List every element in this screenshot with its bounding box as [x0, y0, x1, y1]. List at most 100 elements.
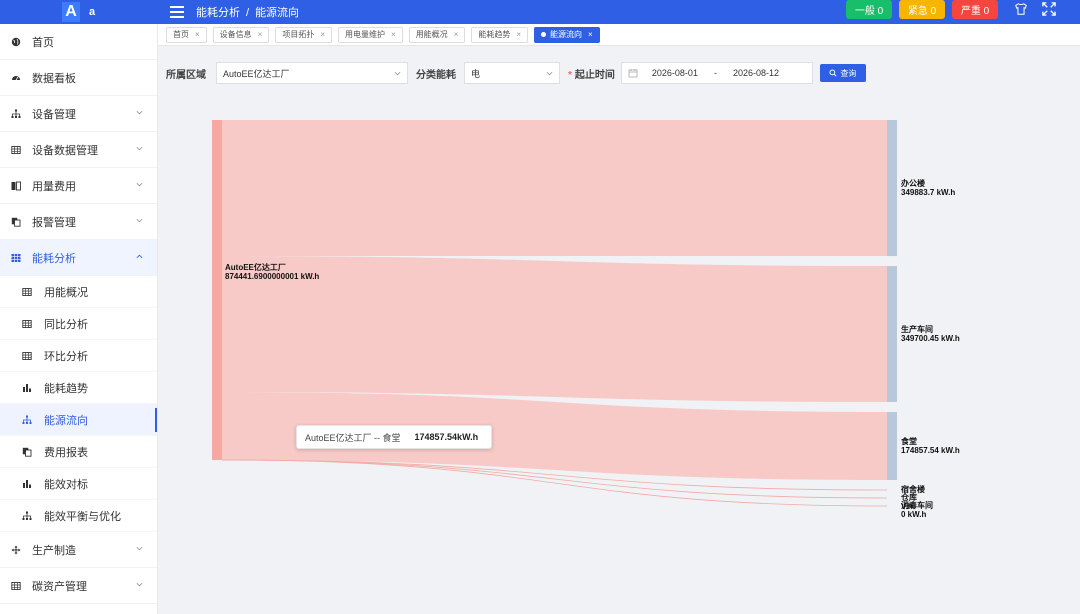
sidebar-item[interactable]: 设备管理 — [0, 96, 157, 132]
chart-tooltip: AutoEE亿达工厂 -- 食堂 174857.54kW.h — [296, 425, 492, 449]
sidebar-item[interactable]: 设备数据管理 — [0, 132, 157, 168]
time-label: * 起止时间 — [568, 69, 615, 81]
menu-toggle-icon[interactable] — [170, 6, 184, 18]
search-icon — [829, 69, 837, 77]
chevron-down-icon — [136, 546, 143, 551]
close-icon[interactable]: × — [320, 30, 325, 39]
chevron-down-icon — [136, 582, 143, 587]
tooltip-value: 174857.54kW.h — [414, 432, 479, 442]
sankey-link-0[interactable] — [222, 120, 887, 257]
area-label: 所属区域 — [166, 69, 206, 81]
sidebar-subitem-label: 环比分析 — [44, 350, 88, 363]
breadcrumb-item: 能源流向 — [255, 7, 300, 19]
tab-1[interactable]: 设备信息 × — [212, 26, 270, 43]
sidebar-subitem[interactable]: 能效平衡与优化 — [0, 500, 157, 532]
sidebar-subitem[interactable]: 环比分析 — [0, 340, 157, 372]
sidebar-subitem[interactable]: 同比分析 — [0, 308, 157, 340]
sankey-target-label-2: 食堂 174857.54 kW.h — [901, 437, 960, 455]
category-label: 分类能耗 — [416, 69, 456, 81]
sankey-source-node[interactable] — [212, 120, 222, 460]
alarm-severe-button[interactable]: 严重 0 — [952, 0, 998, 19]
sankey-target-node-0[interactable] — [887, 120, 897, 257]
tab-label: 用电量维护 — [345, 30, 386, 39]
sidebar-item[interactable]: 数据看板 — [0, 60, 157, 96]
sidebar-subitem-label: 同比分析 — [44, 318, 88, 331]
table-icon — [10, 144, 22, 156]
table-icon — [22, 351, 32, 361]
sidebar-item[interactable]: 首页 — [0, 24, 157, 60]
date-range-picker[interactable]: 2026-08-01 - 2026-08-12 — [620, 62, 813, 84]
grid-icon — [10, 252, 22, 264]
close-icon[interactable]: × — [454, 30, 459, 39]
sidebar-item-label: 数据看板 — [32, 72, 76, 85]
sidebar-subitem[interactable]: 用能概况 — [0, 276, 157, 308]
filter-bar: 所属区域 AutoEE亿达工厂 分类能耗 电 * 起止时间 2026-08-01 … — [166, 62, 866, 84]
alarm-urgent-button[interactable]: 紧急 0 — [899, 0, 945, 19]
tab-label: 用能概况 — [415, 30, 448, 39]
sitemap-icon — [22, 511, 32, 521]
tab-3[interactable]: 用电量维护 × — [338, 26, 403, 43]
top-icons — [1014, 2, 1056, 16]
sidebar-subitem[interactable]: 能效对标 — [0, 468, 157, 500]
chevron-up-icon — [136, 254, 143, 259]
sidebar-subitem[interactable]: 费用报表 — [0, 436, 157, 468]
chevron-down-icon — [136, 146, 143, 151]
close-icon[interactable]: × — [588, 30, 593, 39]
sitemap-icon — [10, 108, 22, 120]
tab-label: 首页 — [173, 30, 189, 39]
sidebar: 首页数据看板设备管理设备数据管理用量费用 报警管理能耗分析用能概况同比分析环比分析… — [0, 24, 158, 614]
area-select-value: AutoEE亿达工厂 — [223, 68, 290, 79]
close-icon[interactable]: × — [391, 30, 396, 39]
sankey-target-node-2[interactable] — [887, 412, 897, 480]
sidebar-item[interactable]: 生产制造 — [0, 532, 157, 568]
sidebar-item[interactable]: 能耗分析 — [0, 240, 157, 276]
theme-shirt-icon[interactable] — [1014, 2, 1028, 16]
date-separator: - — [713, 68, 717, 78]
close-icon[interactable]: × — [258, 30, 263, 39]
table-icon — [22, 287, 32, 297]
sidebar-item[interactable]: 碳资产管理 — [0, 568, 157, 604]
sankey-target-node-1[interactable] — [887, 266, 897, 403]
sankey-source-label: AutoEE亿达工厂 874441.6900000001 kW.h — [225, 262, 320, 281]
chevron-down-icon — [136, 182, 143, 187]
tab-6[interactable]: 能源流向 × — [534, 26, 600, 43]
tab-2[interactable]: 项目拓扑 × — [275, 26, 333, 43]
copy-icon — [10, 216, 22, 228]
sidebar-subitem[interactable]: 能耗趋势 — [0, 372, 157, 404]
end-date[interactable]: 2026-08-12 — [733, 68, 779, 78]
close-icon[interactable]: × — [195, 30, 200, 39]
close-icon[interactable]: × — [516, 30, 521, 39]
sidebar-item[interactable]: 报警管理 — [0, 204, 157, 240]
sitemap-icon — [22, 415, 32, 425]
user-name[interactable]: a — [89, 6, 95, 18]
start-date[interactable]: 2026-08-01 — [652, 68, 698, 78]
sidebar-subitem-label: 能耗趋势 — [44, 382, 88, 395]
chevron-down-icon — [136, 110, 143, 115]
sankey-link-1[interactable] — [222, 256, 887, 403]
sankey-svg — [212, 120, 897, 507]
sidebar-item-label: 能耗分析 — [32, 252, 76, 265]
tab-bar: 首页 × 设备信息 × 项目拓扑 × 用电量维护 × 用能概况 × 能耗趋势 × 能源流向 × — [158, 24, 1080, 46]
alarm-normal-button[interactable]: 一般 0 — [846, 0, 892, 19]
breadcrumb-item[interactable]: 能耗分析 — [196, 7, 240, 19]
sidebar-item-label: 碳资产管理 — [32, 580, 87, 593]
sidebar-subitem[interactable]: 能源流向 — [0, 404, 157, 436]
sidebar-subitem-label: 能效对标 — [44, 478, 88, 491]
area-select[interactable]: AutoEE亿达工厂 — [216, 62, 408, 84]
category-select-value: 电 — [471, 68, 481, 79]
sidebar-subitem-label: 能源流向 — [44, 414, 88, 427]
tab-4[interactable]: 用能概况 × — [408, 26, 466, 43]
query-button-label: 查询 — [840, 68, 857, 78]
category-select[interactable]: 电 — [464, 62, 560, 84]
sankey-chart: 办公楼 349883.7 kW.h 生产车间 349700.45 kW.h 食堂 1748… — [158, 90, 1080, 614]
tooltip-text: AutoEE亿达工厂 -- 食堂 — [305, 432, 401, 443]
sidebar-item-label: 设备数据管理 — [32, 144, 98, 157]
tab-label: 能源流向 — [550, 30, 583, 39]
tab-5[interactable]: 能耗趋势 × — [471, 26, 529, 43]
fullscreen-icon[interactable] — [1042, 2, 1056, 16]
query-button[interactable]: 查询 — [819, 64, 866, 82]
tab-0[interactable]: 首页 × — [166, 26, 207, 43]
tab-label: 项目拓扑 — [282, 30, 315, 39]
sidebar-item[interactable]: 用量费用 — [0, 168, 157, 204]
bar-chart-icon — [22, 383, 32, 393]
